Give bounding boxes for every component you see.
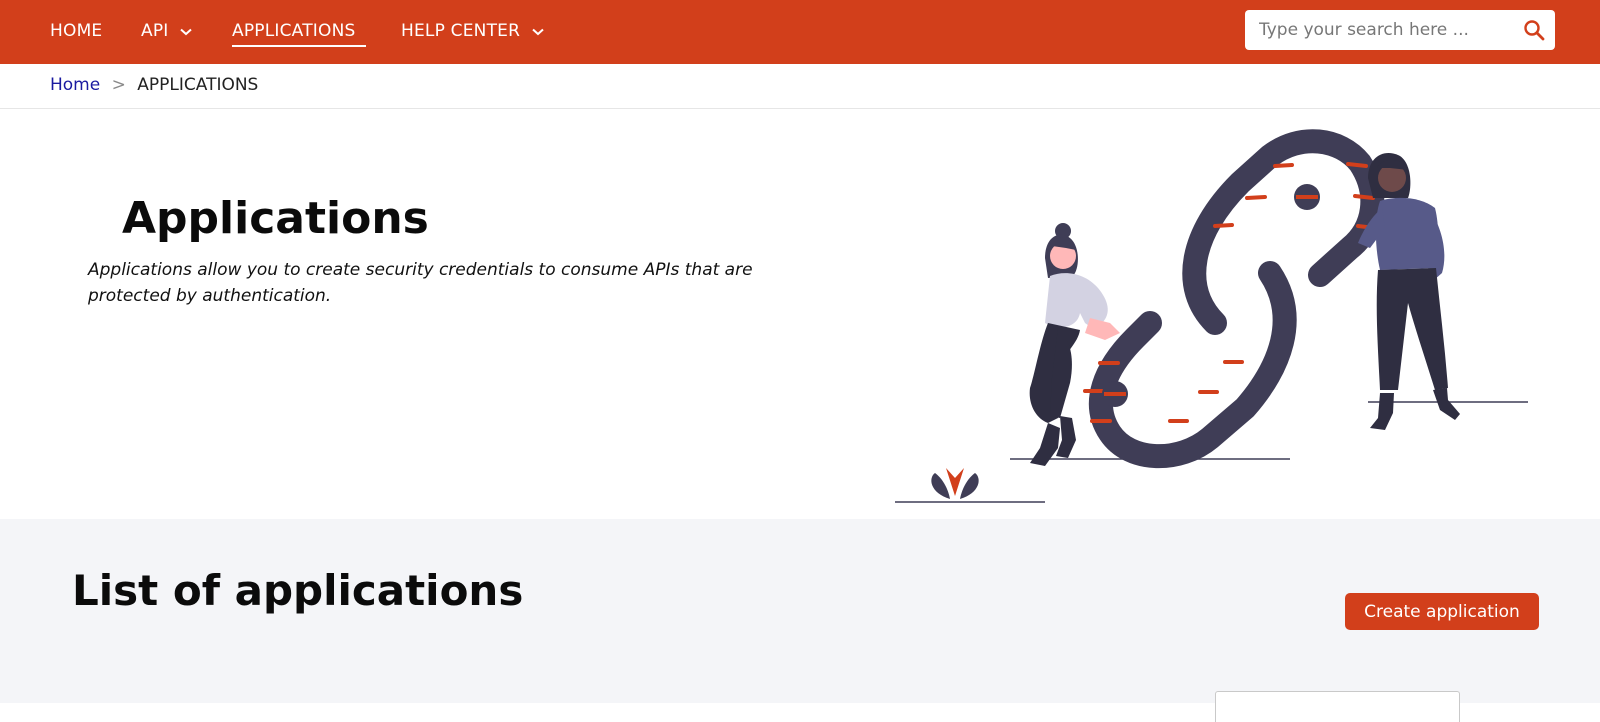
nav-help-center[interactable]: HELP CENTER	[401, 19, 544, 43]
woman-standing-figure	[1358, 152, 1460, 430]
chevron-down-icon	[532, 19, 544, 43]
nav-applications-label: APPLICATIONS	[232, 21, 356, 41]
breadcrumb: Home > APPLICATIONS	[50, 73, 258, 97]
breadcrumb-current: APPLICATIONS	[137, 75, 259, 95]
nav-api-label: API	[141, 21, 169, 41]
search-box	[1245, 10, 1555, 50]
top-nav-bar: HOME API APPLICATIONS HELP CENTER	[0, 0, 1600, 64]
nav-api[interactable]: API	[141, 19, 192, 43]
search-icon[interactable]	[1523, 19, 1545, 45]
list-filter-box[interactable]	[1215, 691, 1460, 722]
chevron-down-icon	[180, 19, 192, 43]
nav-applications[interactable]: APPLICATIONS	[232, 19, 355, 43]
header-divider	[0, 108, 1600, 109]
breadcrumb-separator: >	[111, 75, 126, 95]
search-input[interactable]	[1259, 10, 1514, 50]
list-title: List of applications	[72, 566, 524, 615]
nav-active-indicator	[232, 45, 366, 47]
page-description: Applications allow you to create securit…	[88, 260, 753, 306]
chain-link-illustration	[895, 129, 1528, 503]
applications-list-section: List of applications Create application	[0, 519, 1600, 722]
page-title: Applications	[122, 193, 429, 244]
breadcrumb-home-link[interactable]: Home	[50, 75, 100, 95]
nav-home-label: HOME	[50, 21, 103, 41]
nav-home[interactable]: HOME	[50, 19, 102, 43]
create-application-button[interactable]: Create application	[1345, 593, 1539, 630]
nav-help-center-label: HELP CENTER	[401, 21, 521, 41]
